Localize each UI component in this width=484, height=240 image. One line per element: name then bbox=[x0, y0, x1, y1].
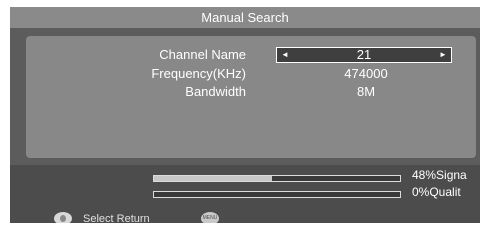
frequency-label: Frequency(KHz) bbox=[151, 66, 246, 81]
bandwidth-value: 8M bbox=[356, 84, 376, 99]
bandwidth-label: Bandwidth bbox=[185, 84, 246, 99]
channel-name-selector[interactable]: ◄ 21 ► bbox=[276, 47, 452, 63]
select-return-hint: Select Return bbox=[83, 213, 150, 223]
quality-text: 0%Qualit bbox=[412, 185, 461, 199]
ok-dot-icon bbox=[60, 215, 66, 222]
channel-name-label: Channel Name bbox=[159, 47, 246, 62]
window-title: Manual Search bbox=[10, 7, 480, 28]
channel-name-row[interactable]: Channel Name ◄ 21 ► bbox=[26, 46, 476, 64]
bandwidth-row[interactable]: Bandwidth 8M bbox=[26, 83, 476, 101]
channel-name-value: 21 bbox=[356, 47, 372, 62]
quality-bar bbox=[153, 191, 401, 198]
menu-round-icon[interactable]: MENU bbox=[201, 212, 219, 223]
frequency-row[interactable]: Frequency(KHz) 474000 bbox=[26, 65, 476, 83]
status-area: 48%Signa 0%Qualit bbox=[10, 165, 480, 223]
ok-round-icon[interactable] bbox=[54, 212, 72, 223]
frequency-value: 474000 bbox=[344, 66, 388, 81]
search-settings-panel: Channel Name ◄ 21 ► Frequency(KHz) 47400… bbox=[26, 36, 476, 158]
signal-bar bbox=[153, 175, 401, 182]
signal-bar-fill bbox=[154, 176, 273, 181]
right-arrow-icon[interactable]: ► bbox=[437, 48, 449, 62]
left-arrow-icon[interactable]: ◄ bbox=[279, 48, 291, 62]
tv-osd-screen: Manual Search Channel Name ◄ 21 ► Freque… bbox=[10, 7, 480, 223]
signal-text: 48%Signa bbox=[412, 168, 467, 182]
